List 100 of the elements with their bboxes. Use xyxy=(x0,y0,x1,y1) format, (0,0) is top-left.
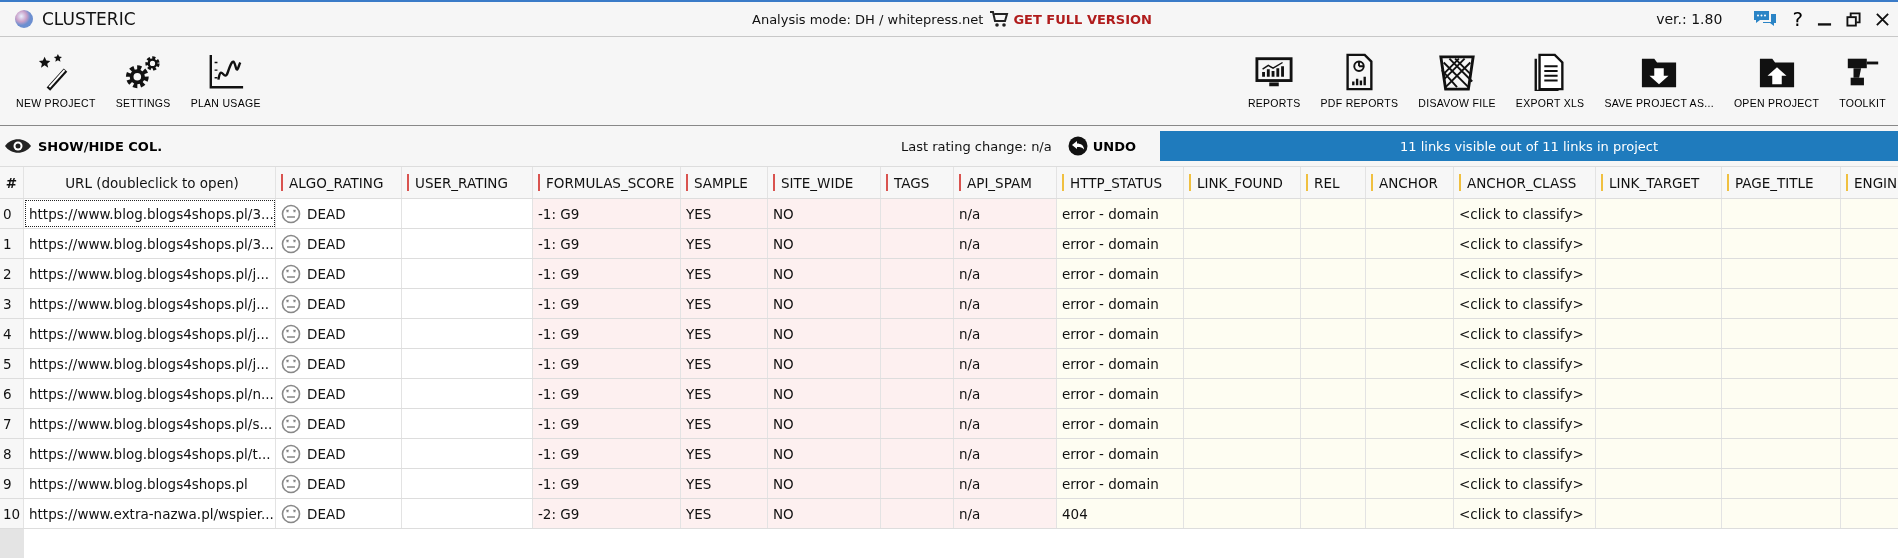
table-cell: <click to classify> xyxy=(1454,319,1596,348)
analysis-mode: Analysis mode: DH / whitepress.net xyxy=(752,11,984,27)
table-cell: 404 xyxy=(1057,499,1184,528)
dead-face-icon xyxy=(281,203,301,224)
table-cell: YES xyxy=(681,469,768,498)
column-header[interactable]: ANCHOR_CLASS xyxy=(1454,167,1596,198)
table-cell: <click to classify> xyxy=(1454,349,1596,378)
column-header[interactable]: SITE_WIDE xyxy=(768,167,881,198)
version-label: ver.: 1.80 xyxy=(1656,11,1723,27)
table-cell: error - domain xyxy=(1057,199,1184,228)
table-cell: <click to classify> xyxy=(1454,199,1596,228)
column-header[interactable]: HTTP_STATUS xyxy=(1057,167,1184,198)
table-cell: error - domain xyxy=(1057,289,1184,318)
table-cell: YES xyxy=(681,379,768,408)
table-cell: n/a xyxy=(954,319,1057,348)
show-hide-columns-button[interactable]: SHOW/HIDE COL. xyxy=(0,138,163,154)
table-cell: n/a xyxy=(954,349,1057,378)
table-cell: YES xyxy=(681,409,768,438)
table-cell: YES xyxy=(681,439,768,468)
table-cell: n/a xyxy=(954,229,1057,258)
table-cell: n/a xyxy=(954,409,1057,438)
get-full-version-link[interactable]: GET FULL VERSION xyxy=(989,10,1152,28)
table-cell: n/a xyxy=(954,199,1057,228)
row-number: 7 xyxy=(0,409,24,438)
dead-face-icon xyxy=(281,263,301,284)
table-cell: -1: G9 xyxy=(533,319,681,348)
rating-text: DEAD xyxy=(307,265,346,282)
undo-button[interactable]: UNDO xyxy=(1061,135,1142,157)
row-number: 5 xyxy=(0,349,24,378)
table-cell: <click to classify> xyxy=(1454,499,1596,528)
table-cell: NO xyxy=(768,349,881,378)
table-cell: n/a xyxy=(954,499,1057,528)
rating-text: DEAD xyxy=(307,445,346,462)
rating-text: DEAD xyxy=(307,235,346,252)
column-header[interactable]: USER_RATING xyxy=(402,167,533,198)
table-cell: error - domain xyxy=(1057,229,1184,258)
toolbar-button[interactable]: NEW PROJECT xyxy=(8,51,104,111)
restore-icon[interactable] xyxy=(1846,11,1861,27)
column-header[interactable]: ANCHOR xyxy=(1366,167,1454,198)
row-number: 4 xyxy=(0,319,24,348)
toolbar-button[interactable]: SAVE PROJECT AS... xyxy=(1596,51,1722,111)
column-header[interactable]: ALGO_RATING xyxy=(276,167,402,198)
table-cell: YES xyxy=(681,499,768,528)
column-header[interactable]: API_SPAM xyxy=(954,167,1057,198)
toolbar-button[interactable]: REPORTS xyxy=(1239,51,1309,111)
table-cell: YES xyxy=(681,289,768,318)
column-header[interactable]: FORMULAS_SCORE xyxy=(533,167,681,198)
row-number: 9 xyxy=(0,469,24,498)
table-cell: <click to classify> xyxy=(1454,439,1596,468)
eye-icon xyxy=(4,138,32,154)
toolbar-button[interactable]: TOOLKIT xyxy=(1831,51,1894,111)
toolbar-button[interactable]: SETTINGS xyxy=(107,51,179,111)
cart-icon xyxy=(989,10,1010,28)
table-cell: NO xyxy=(768,469,881,498)
links-count-banner: 11 links visible out of 11 links in project xyxy=(1160,131,1898,161)
table-cell: NO xyxy=(768,379,881,408)
dead-face-icon xyxy=(281,323,301,344)
table-cell: -1: G9 xyxy=(533,349,681,378)
dead-face-icon xyxy=(281,293,301,314)
table-cell: error - domain xyxy=(1057,259,1184,288)
rating-text: DEAD xyxy=(307,385,346,402)
table-cell: -1: G9 xyxy=(533,229,681,258)
dead-face-icon xyxy=(281,383,301,404)
close-icon[interactable] xyxy=(1875,11,1890,27)
column-header[interactable]: LINK_FOUND xyxy=(1184,167,1301,198)
table-cell: error - domain xyxy=(1057,469,1184,498)
table-cell: -1: G9 xyxy=(533,379,681,408)
rating-text: DEAD xyxy=(307,475,346,492)
column-header[interactable]: LINK_TARGET xyxy=(1596,167,1722,198)
help-button[interactable]: ? xyxy=(1792,7,1803,31)
row-number: 3 xyxy=(0,289,24,318)
table-cell: <click to classify> xyxy=(1454,379,1596,408)
row-number: 6 xyxy=(0,379,24,408)
row-number: 1 xyxy=(0,229,24,258)
rating-text: DEAD xyxy=(307,505,346,522)
column-header[interactable]: URL (doubleclick to open) xyxy=(24,167,276,198)
table-cell: NO xyxy=(768,289,881,318)
app-title: CLUSTERIC xyxy=(42,9,136,29)
table-cell: error - domain xyxy=(1057,439,1184,468)
column-header[interactable]: REL xyxy=(1301,167,1366,198)
table-cell: -1: G9 xyxy=(533,289,681,318)
column-header[interactable]: # xyxy=(0,167,24,198)
column-header[interactable]: TAGS xyxy=(881,167,954,198)
column-header[interactable]: ENGIN xyxy=(1841,167,1898,198)
table-cell: n/a xyxy=(954,439,1057,468)
table-cell: YES xyxy=(681,199,768,228)
url-cell[interactable]: https://www.blog.blogs4shops.pl/3... xyxy=(24,199,276,228)
gears-icon xyxy=(124,53,163,91)
table-cell: NO xyxy=(768,409,881,438)
column-header[interactable]: PAGE_TITLE xyxy=(1722,167,1841,198)
toolbar-button[interactable]: PDF REPORTS xyxy=(1312,51,1407,111)
toolbar-button[interactable]: DISAVOW FILE xyxy=(1410,51,1504,111)
column-header[interactable]: SAMPLE xyxy=(681,167,768,198)
toolbar-button[interactable]: PLAN USAGE xyxy=(182,51,269,111)
table-cell: -1: G9 xyxy=(533,469,681,498)
table-cell: NO xyxy=(768,229,881,258)
toolbar-button[interactable]: EXPORT XLS xyxy=(1507,51,1593,111)
toolbar-button[interactable]: OPEN PROJECT xyxy=(1725,51,1828,111)
table-cell: <click to classify> xyxy=(1454,409,1596,438)
app-logo-icon xyxy=(14,9,34,29)
